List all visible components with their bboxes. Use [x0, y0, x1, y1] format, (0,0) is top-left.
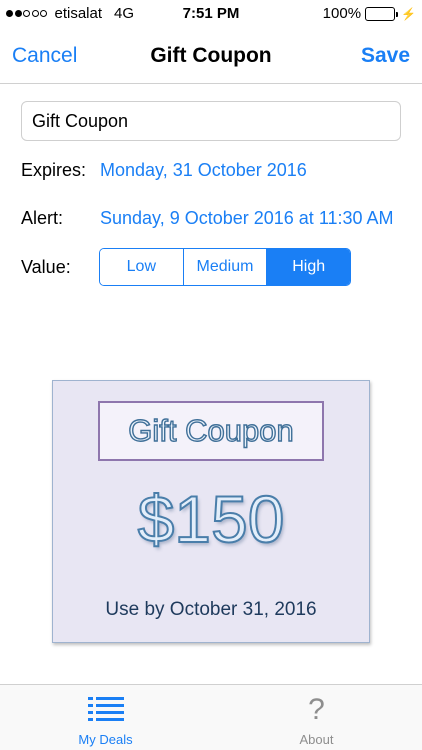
alert-label: Alert: [21, 208, 64, 228]
segment-low[interactable]: Low [100, 249, 184, 285]
bolt-icon: ⚡ [401, 6, 416, 21]
expires-date-value[interactable]: Monday, 31 October 2016 [100, 160, 307, 181]
value-label: Value: [21, 257, 71, 277]
tab-about[interactable]: ? About [211, 685, 422, 750]
status-right: 100% ⚡ [323, 5, 416, 22]
alert-date-value[interactable]: Sunday, 9 October 2016 at 11:30 AM [100, 208, 394, 229]
value-segmented-control: Low Medium High [99, 248, 351, 286]
tab-my-deals[interactable]: My Deals [0, 685, 211, 750]
segment-high[interactable]: High [267, 249, 350, 285]
battery-percent: 100% [322, 5, 362, 22]
list-icon [0, 694, 211, 726]
page-title: Gift Coupon [150, 44, 272, 67]
tab-bar: My Deals ? About [0, 684, 422, 750]
segment-medium[interactable]: Medium [183, 249, 268, 285]
coupon-image[interactable]: Gift Coupon $150 Use by October 31, 2016 [52, 380, 370, 643]
battery-icon [365, 6, 399, 21]
status-bar: etisalat 4G 7:51 PM 100% ⚡ [0, 0, 422, 28]
tab-about-label: About [299, 732, 334, 747]
question-mark-icon: ? [308, 693, 325, 726]
coupon-amount: $150 [137, 481, 286, 557]
tab-my-deals-label: My Deals [78, 732, 133, 747]
coupon-title: Gift Coupon [128, 412, 295, 448]
save-button[interactable]: Save [361, 44, 410, 68]
coupon-title-box: Gift Coupon [98, 401, 324, 461]
expires-label: Expires: [21, 160, 87, 180]
coupon-use-by: Use by October 31, 2016 [105, 599, 317, 620]
navigation-bar: Cancel Gift Coupon Save [0, 28, 422, 84]
deal-name-input[interactable] [21, 101, 401, 141]
